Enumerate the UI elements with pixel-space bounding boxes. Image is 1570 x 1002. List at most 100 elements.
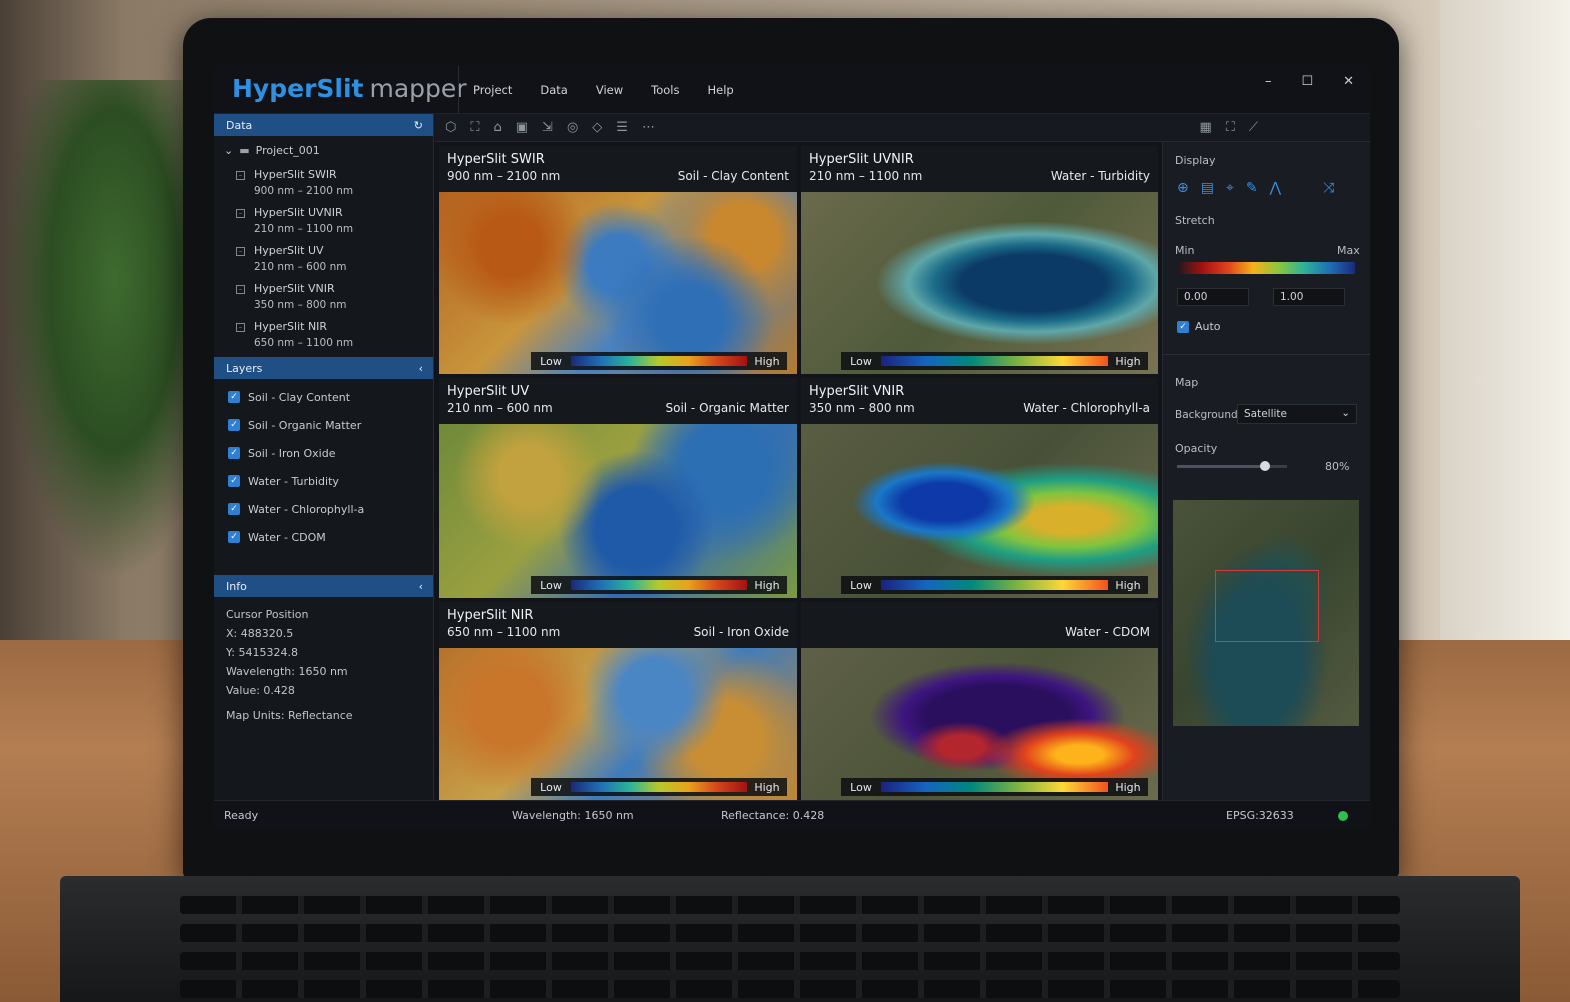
- save-tool-icon[interactable]: ▣: [516, 120, 528, 135]
- checkbox-checked-icon[interactable]: ✓: [228, 391, 240, 403]
- max-label: Max: [1337, 244, 1360, 257]
- export-tool-icon[interactable]: ⇲: [542, 120, 553, 135]
- menu-data[interactable]: Data: [540, 83, 567, 97]
- chevron-left-icon[interactable]: ‹: [419, 580, 423, 593]
- dataset-name: HyperSlit NIR: [254, 320, 328, 333]
- map-units: Map Units: Reflectance: [226, 709, 353, 722]
- status-bar: Ready Wavelength: 1650 nm Reflectance: 0…: [214, 800, 1370, 828]
- collapse-icon[interactable]: ⤨: [1323, 180, 1334, 196]
- checkbox-checked-icon[interactable]: ✓: [228, 503, 240, 515]
- raster-image[interactable]: [801, 424, 1158, 598]
- color-legend: Low High: [841, 576, 1148, 594]
- layer-item[interactable]: ✓ Water - Chlorophyll-a: [214, 495, 433, 523]
- panel-header: HyperSlit UV 210 nm – 600 nm Soil - Orga…: [439, 378, 797, 424]
- chevron-left-icon[interactable]: ‹: [419, 362, 423, 375]
- maximize-button[interactable]: ☐: [1301, 74, 1313, 89]
- raster-image[interactable]: [801, 192, 1158, 374]
- opacity-slider[interactable]: [1177, 461, 1287, 471]
- dataset-range: 350 nm – 800 nm: [254, 299, 347, 311]
- layers-section-header[interactable]: Layers ‹: [214, 357, 433, 379]
- panel-layer: Soil - Clay Content: [677, 169, 789, 183]
- legend-high: High: [1115, 354, 1141, 368]
- cursor-y: Y: 5415324.8: [226, 646, 298, 659]
- panel-header: HyperSlit VNIR 350 nm – 800 nm Water - C…: [801, 378, 1158, 424]
- auto-option[interactable]: ✓ Auto: [1177, 320, 1221, 333]
- raster-image[interactable]: [439, 192, 797, 374]
- polygon-tool-icon[interactable]: ◇: [592, 120, 602, 135]
- checkbox-checked-icon[interactable]: ✓: [228, 447, 240, 459]
- menu-tools[interactable]: Tools: [651, 83, 679, 97]
- minimize-button[interactable]: –: [1265, 74, 1272, 89]
- view-panel-nir[interactable]: HyperSlit NIR 650 nm – 1100 nm Soil - Ir…: [439, 602, 797, 800]
- dataset-item[interactable]: – HyperSlit SWIR 900 nm – 2100 nm: [214, 163, 433, 201]
- menu-view[interactable]: View: [596, 83, 623, 97]
- raster-image[interactable]: [439, 424, 797, 598]
- keyboard-row: [180, 952, 1400, 970]
- identify-icon[interactable]: ⌖: [1226, 180, 1234, 196]
- panel-range: 210 nm – 600 nm: [447, 401, 553, 415]
- menu-help[interactable]: Help: [707, 83, 733, 97]
- menu-project[interactable]: Project: [473, 83, 512, 97]
- refresh-icon[interactable]: ↻: [414, 119, 423, 132]
- keyboard-row: [180, 924, 1400, 942]
- dataset-item[interactable]: – HyperSlit NIR 650 nm – 1100 nm: [214, 315, 433, 353]
- dataset-item[interactable]: – HyperSlit VNIR 350 nm – 800 nm: [214, 277, 433, 315]
- background-select[interactable]: Satellite ⌄: [1237, 404, 1357, 424]
- layer-item[interactable]: ✓ Soil - Organic Matter: [214, 411, 433, 439]
- layer-label: Soil - Clay Content: [248, 390, 351, 404]
- layer-item[interactable]: ✓ Water - CDOM: [214, 523, 433, 551]
- chevron-down-icon[interactable]: ⌄: [224, 144, 233, 157]
- menu-tool-icon[interactable]: ☰: [616, 120, 628, 135]
- info-section-header[interactable]: Info ‹: [214, 575, 433, 597]
- dataset-range: 210 nm – 1100 nm: [254, 223, 354, 235]
- view-panel-cdom[interactable]: Water - CDOM Low High: [801, 602, 1158, 800]
- panel-header: HyperSlit UVNIR 210 nm – 1100 nm Water -…: [801, 146, 1158, 192]
- view-panel-uv[interactable]: HyperSlit UV 210 nm – 600 nm Soil - Orga…: [439, 378, 797, 598]
- dataset-item[interactable]: – HyperSlit UVNIR 210 nm – 1100 nm: [214, 201, 433, 239]
- data-section-header[interactable]: Data ↻: [214, 114, 433, 136]
- checkbox-checked-icon[interactable]: ✓: [1177, 320, 1189, 333]
- overview-viewport[interactable]: [1215, 570, 1319, 642]
- close-button[interactable]: ✕: [1343, 74, 1354, 89]
- view-panel-vnir[interactable]: HyperSlit VNIR 350 nm – 800 nm Water - C…: [801, 378, 1158, 598]
- home-tool-icon[interactable]: ⌂: [493, 120, 501, 135]
- overview-map[interactable]: [1173, 500, 1359, 726]
- checkbox-checked-icon[interactable]: ✓: [228, 531, 240, 543]
- layer-item[interactable]: ✓ Water - Turbidity: [214, 467, 433, 495]
- grid-view-icon[interactable]: ▦: [1199, 120, 1211, 135]
- dataset-icon: –: [236, 323, 245, 332]
- checkbox-checked-icon[interactable]: ✓: [228, 419, 240, 431]
- measure-tool-icon[interactable]: ⟋: [1249, 120, 1258, 135]
- info-icon[interactable]: ▤: [1201, 180, 1214, 196]
- chevron-down-icon: ⌄: [1341, 407, 1350, 419]
- legend-low: Low: [850, 578, 872, 592]
- project-node[interactable]: ⌄ ▬ Project_001: [214, 136, 433, 163]
- view-panel-swir[interactable]: HyperSlit SWIR 900 nm – 2100 nm Soil - C…: [439, 146, 797, 374]
- layer-item[interactable]: ✓ Soil - Iron Oxide: [214, 439, 433, 467]
- profile-icon[interactable]: ⋀: [1270, 180, 1281, 196]
- edit-icon[interactable]: ✎: [1246, 180, 1258, 196]
- opacity-slider-handle[interactable]: [1260, 461, 1270, 471]
- legend-high: High: [1115, 578, 1141, 592]
- view-panel-uvnir[interactable]: HyperSlit UVNIR 210 nm – 1100 nm Water -…: [801, 146, 1158, 374]
- layer-label: Water - Chlorophyll-a: [248, 502, 365, 516]
- min-value-input[interactable]: 0.00: [1177, 288, 1249, 306]
- select-tool-icon[interactable]: ⬡: [445, 120, 456, 135]
- checkbox-checked-icon[interactable]: ✓: [228, 475, 240, 487]
- status-indicator: [1338, 811, 1348, 821]
- map-title: Map: [1175, 376, 1199, 389]
- divider-icon: ⋯: [641, 120, 655, 135]
- dataset-icon: –: [236, 209, 245, 218]
- max-value-input[interactable]: 1.00: [1273, 288, 1345, 306]
- zoom-icon[interactable]: ⊕: [1177, 180, 1189, 196]
- dataset-item[interactable]: – HyperSlit UV 210 nm – 600 nm: [214, 239, 433, 277]
- stretch-colorbar[interactable]: [1177, 262, 1355, 274]
- color-legend: Low High: [531, 352, 787, 370]
- legend-low: Low: [540, 780, 562, 794]
- layers-tool-icon[interactable]: ◎: [567, 120, 578, 135]
- fit-view-icon[interactable]: ⛶: [1226, 120, 1235, 135]
- panel-range: 650 nm – 1100 nm: [447, 625, 561, 639]
- pan-tool-icon[interactable]: ⛶: [470, 120, 479, 135]
- layer-item[interactable]: ✓ Soil - Clay Content: [214, 383, 433, 411]
- dataset-name: HyperSlit UVNIR: [254, 206, 343, 219]
